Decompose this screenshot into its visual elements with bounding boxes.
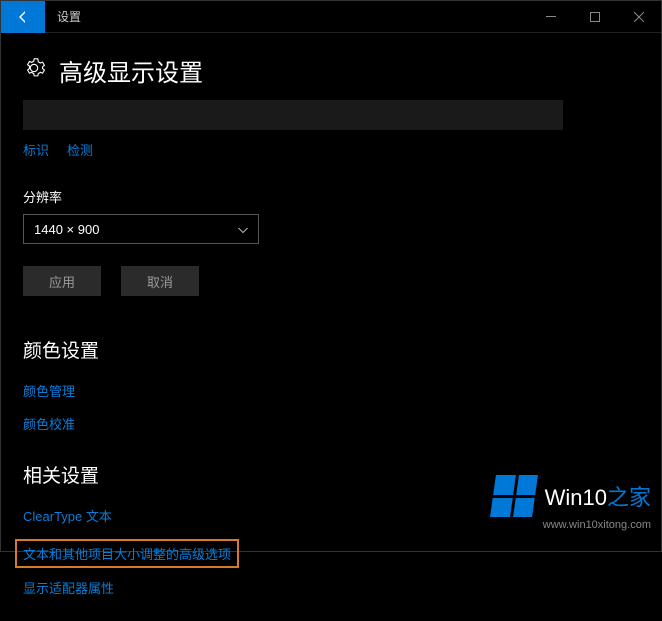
arrow-left-icon bbox=[15, 9, 31, 25]
close-icon bbox=[634, 12, 644, 22]
resolution-value: 1440 × 900 bbox=[34, 222, 99, 237]
content-area: 高级显示设置 标识 检测 分辨率 1440 × 900 应用 取消 颜色设置 颜… bbox=[1, 33, 661, 621]
cleartype-link[interactable]: ClearType 文本 bbox=[23, 506, 112, 525]
windows-logo-icon bbox=[490, 475, 538, 517]
identify-detect-row: 标识 检测 bbox=[23, 140, 639, 159]
page-title: 高级显示设置 bbox=[59, 53, 203, 88]
detect-link[interactable]: 检测 bbox=[67, 140, 93, 159]
watermark-url: www.win10xitong.com bbox=[543, 519, 651, 531]
titlebar: 设置 bbox=[1, 1, 661, 33]
color-settings-heading: 颜色设置 bbox=[23, 336, 639, 363]
cancel-button[interactable]: 取消 bbox=[121, 266, 199, 296]
page-header: 高级显示设置 bbox=[23, 53, 639, 88]
gear-icon bbox=[23, 57, 45, 84]
color-management-link[interactable]: 颜色管理 bbox=[23, 381, 75, 400]
identify-link[interactable]: 标识 bbox=[23, 140, 49, 159]
watermark-brand: Win10之家 bbox=[545, 480, 651, 512]
minimize-button[interactable] bbox=[529, 1, 573, 33]
maximize-icon bbox=[590, 12, 600, 22]
apply-button[interactable]: 应用 bbox=[23, 266, 101, 296]
resolution-dropdown[interactable]: 1440 × 900 bbox=[23, 214, 259, 244]
maximize-button[interactable] bbox=[573, 1, 617, 33]
back-button[interactable] bbox=[1, 1, 45, 33]
button-row: 应用 取消 bbox=[23, 266, 639, 296]
watermark: Win10之家 www.win10xitong.com bbox=[493, 475, 651, 531]
text-sizing-link[interactable]: 文本和其他项目大小调整的高级选项 bbox=[15, 539, 239, 568]
monitor-preview bbox=[23, 100, 563, 130]
window-controls bbox=[529, 1, 661, 33]
color-calibration-link[interactable]: 颜色校准 bbox=[23, 414, 75, 433]
resolution-label: 分辨率 bbox=[23, 187, 639, 206]
window-title: 设置 bbox=[57, 8, 81, 25]
adapter-properties-link[interactable]: 显示适配器属性 bbox=[23, 578, 114, 597]
chevron-down-icon bbox=[238, 222, 248, 237]
minimize-icon bbox=[546, 12, 556, 22]
close-button[interactable] bbox=[617, 1, 661, 33]
